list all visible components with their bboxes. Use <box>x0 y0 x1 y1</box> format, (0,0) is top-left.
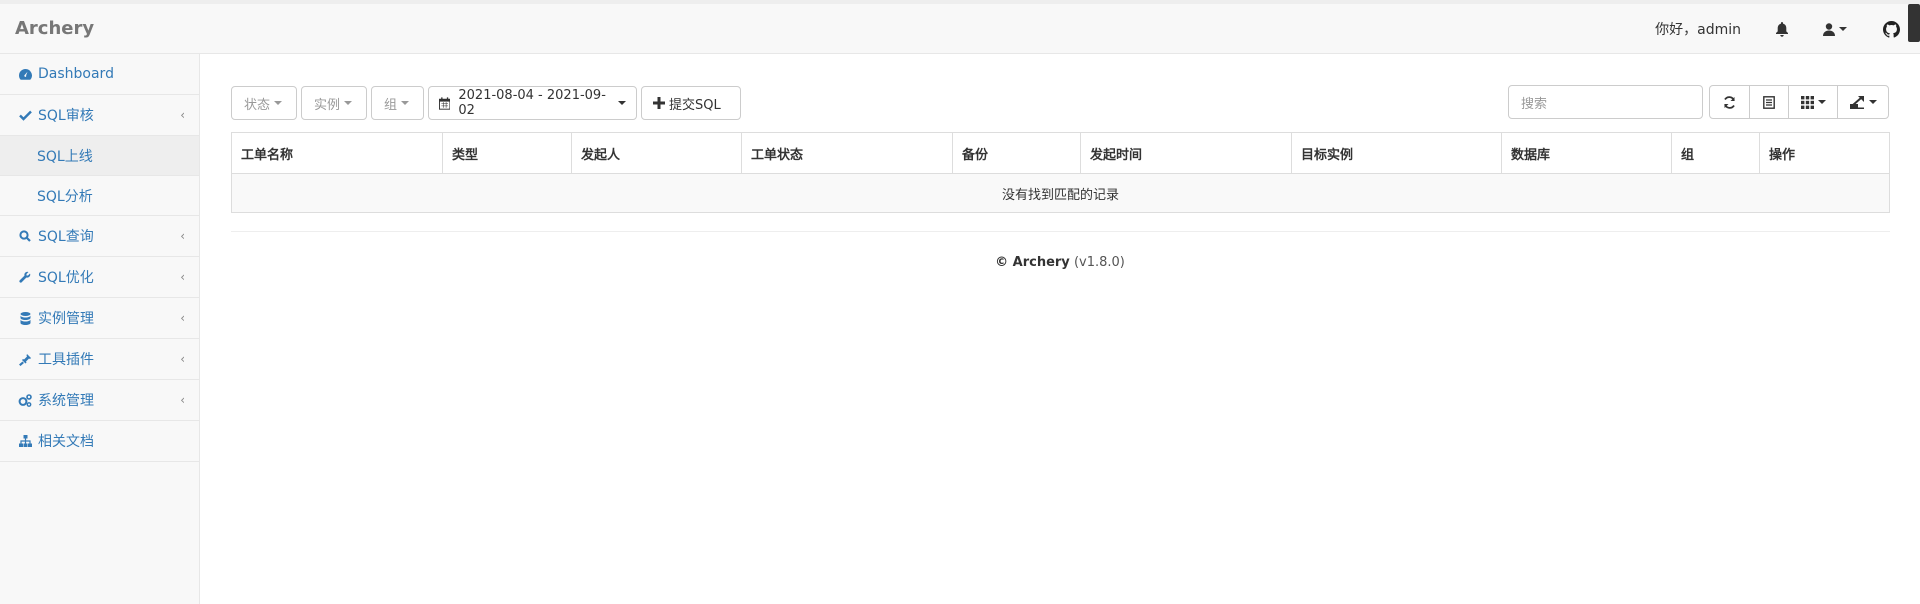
sidebar-item-dashboard[interactable]: Dashboard <box>0 54 199 95</box>
scrollbar-handle[interactable] <box>1908 4 1920 42</box>
plug-icon <box>18 352 32 366</box>
check-icon <box>18 108 32 122</box>
footer-copyright: © Archery <box>995 255 1070 270</box>
search-input[interactable]: 搜索 <box>1508 85 1703 119</box>
toggle-view-button[interactable] <box>1749 85 1789 119</box>
export-icon <box>1849 95 1864 109</box>
sidebar-item-label: 系统管理 <box>38 393 94 409</box>
submit-sql-button[interactable]: 提交SQL <box>641 86 741 120</box>
workflow-table: 工单名称 类型 发起人 工单状态 备份 发起时间 目标实例 数据库 组 操作 没… <box>231 132 1890 213</box>
brand-logo[interactable]: Archery <box>15 18 94 39</box>
chevron-down-icon <box>1868 100 1877 104</box>
sidebar-item-label: 相关文档 <box>38 434 94 450</box>
sidebar-item-system-management[interactable]: 系统管理 ‹ <box>0 380 199 421</box>
column-header[interactable]: 工单状态 <box>742 133 953 173</box>
dashboard-icon <box>18 67 32 81</box>
wrench-icon <box>18 270 32 284</box>
footer-version: (v1.8.0) <box>1073 255 1125 270</box>
columns-dropdown[interactable] <box>1788 85 1838 119</box>
plus-icon <box>653 97 665 109</box>
status-filter-dropdown[interactable]: 状态 <box>231 86 297 120</box>
refresh-button[interactable] <box>1709 85 1750 119</box>
content-divider <box>231 231 1890 232</box>
instance-filter-label: 实例 <box>314 97 341 113</box>
sidebar-item-instance-management[interactable]: 实例管理 ‹ <box>0 298 199 339</box>
list-alt-icon <box>1763 95 1775 109</box>
cogs-icon <box>18 393 32 407</box>
chevron-down-icon <box>344 101 353 105</box>
user-menu-button[interactable] <box>1823 22 1847 36</box>
user-greeting: 你好，admin <box>1655 22 1741 38</box>
column-header[interactable]: 备份 <box>953 133 1081 173</box>
sidebar-item-documents[interactable]: 相关文档 <box>0 421 199 462</box>
chevron-left-icon: ‹ <box>180 352 185 366</box>
submit-sql-label: 提交SQL <box>669 97 721 113</box>
database-icon <box>18 311 32 325</box>
column-header[interactable]: 数据库 <box>1502 133 1672 173</box>
chevron-left-icon: ‹ <box>180 311 185 325</box>
group-filter-dropdown[interactable]: 组 <box>371 86 424 120</box>
column-header[interactable]: 组 <box>1672 133 1760 173</box>
footer: © Archery (v1.8.0) <box>200 255 1920 270</box>
calendar-icon <box>439 96 451 110</box>
sidebar-item-label: SQL优化 <box>38 270 94 286</box>
column-header[interactable]: 发起人 <box>572 133 742 173</box>
table-toolbar <box>1709 85 1889 119</box>
chevron-down-icon <box>274 101 283 105</box>
sidebar-item-label: 实例管理 <box>38 311 94 327</box>
sidebar: Dashboard SQL审核 ‹ SQL上线 SQL分析 SQL查询 ‹ SQ… <box>0 54 200 604</box>
sitemap-icon <box>18 434 32 448</box>
instance-filter-dropdown[interactable]: 实例 <box>301 86 367 120</box>
status-filter-label: 状态 <box>244 97 271 113</box>
sidebar-item-sql-query[interactable]: SQL查询 ‹ <box>0 216 199 257</box>
sidebar-item-sql-optimize[interactable]: SQL优化 ‹ <box>0 257 199 298</box>
sidebar-item-label: SQL查询 <box>38 229 94 245</box>
grid-icon <box>1800 95 1814 109</box>
search-icon <box>18 229 32 243</box>
user-icon <box>1823 22 1835 36</box>
column-header[interactable]: 操作 <box>1760 133 1889 173</box>
chevron-left-icon: ‹ <box>180 393 185 407</box>
chevron-down-icon <box>618 101 626 105</box>
chevron-left-icon: ‹ <box>180 270 185 284</box>
github-icon[interactable] <box>1883 20 1900 38</box>
chevron-left-icon: ‹ <box>180 229 185 243</box>
sidebar-item-label: 工具插件 <box>38 352 94 368</box>
sidebar-subitem-sql-deploy[interactable]: SQL上线 <box>0 136 199 176</box>
filter-toolbar: 状态 实例 组 2021-08-04 - 2021-09-02 提交SQL <box>231 86 745 120</box>
bell-icon[interactable] <box>1775 21 1789 37</box>
chevron-down-icon <box>1839 27 1847 31</box>
chevron-left-icon: ‹ <box>180 108 185 122</box>
empty-table-message: 没有找到匹配的记录 <box>232 174 1889 212</box>
export-dropdown[interactable] <box>1837 85 1889 119</box>
chevron-down-icon <box>401 101 410 105</box>
search-placeholder: 搜索 <box>1521 96 1548 112</box>
column-header[interactable]: 工单名称 <box>232 133 443 173</box>
column-header[interactable]: 类型 <box>443 133 572 173</box>
date-range-value: 2021-08-04 - 2021-09-02 <box>458 88 606 118</box>
refresh-icon <box>1724 95 1735 109</box>
sidebar-item-label: Dashboard <box>38 66 114 82</box>
chevron-down-icon <box>1817 100 1826 104</box>
sidebar-item-sql-review[interactable]: SQL审核 ‹ <box>0 95 199 136</box>
top-navbar: Archery 你好，admin <box>0 0 1920 54</box>
date-range-picker[interactable]: 2021-08-04 - 2021-09-02 <box>428 86 637 120</box>
group-filter-label: 组 <box>384 97 398 113</box>
sidebar-item-label: SQL审核 <box>38 108 94 124</box>
column-header[interactable]: 目标实例 <box>1292 133 1502 173</box>
table-header: 工单名称 类型 发起人 工单状态 备份 发起时间 目标实例 数据库 组 操作 <box>232 133 1889 174</box>
column-header[interactable]: 发起时间 <box>1081 133 1292 173</box>
sidebar-item-tools[interactable]: 工具插件 ‹ <box>0 339 199 380</box>
navbar-right: 你好，admin <box>1655 4 1900 54</box>
sidebar-subitem-sql-analysis[interactable]: SQL分析 <box>0 176 199 216</box>
